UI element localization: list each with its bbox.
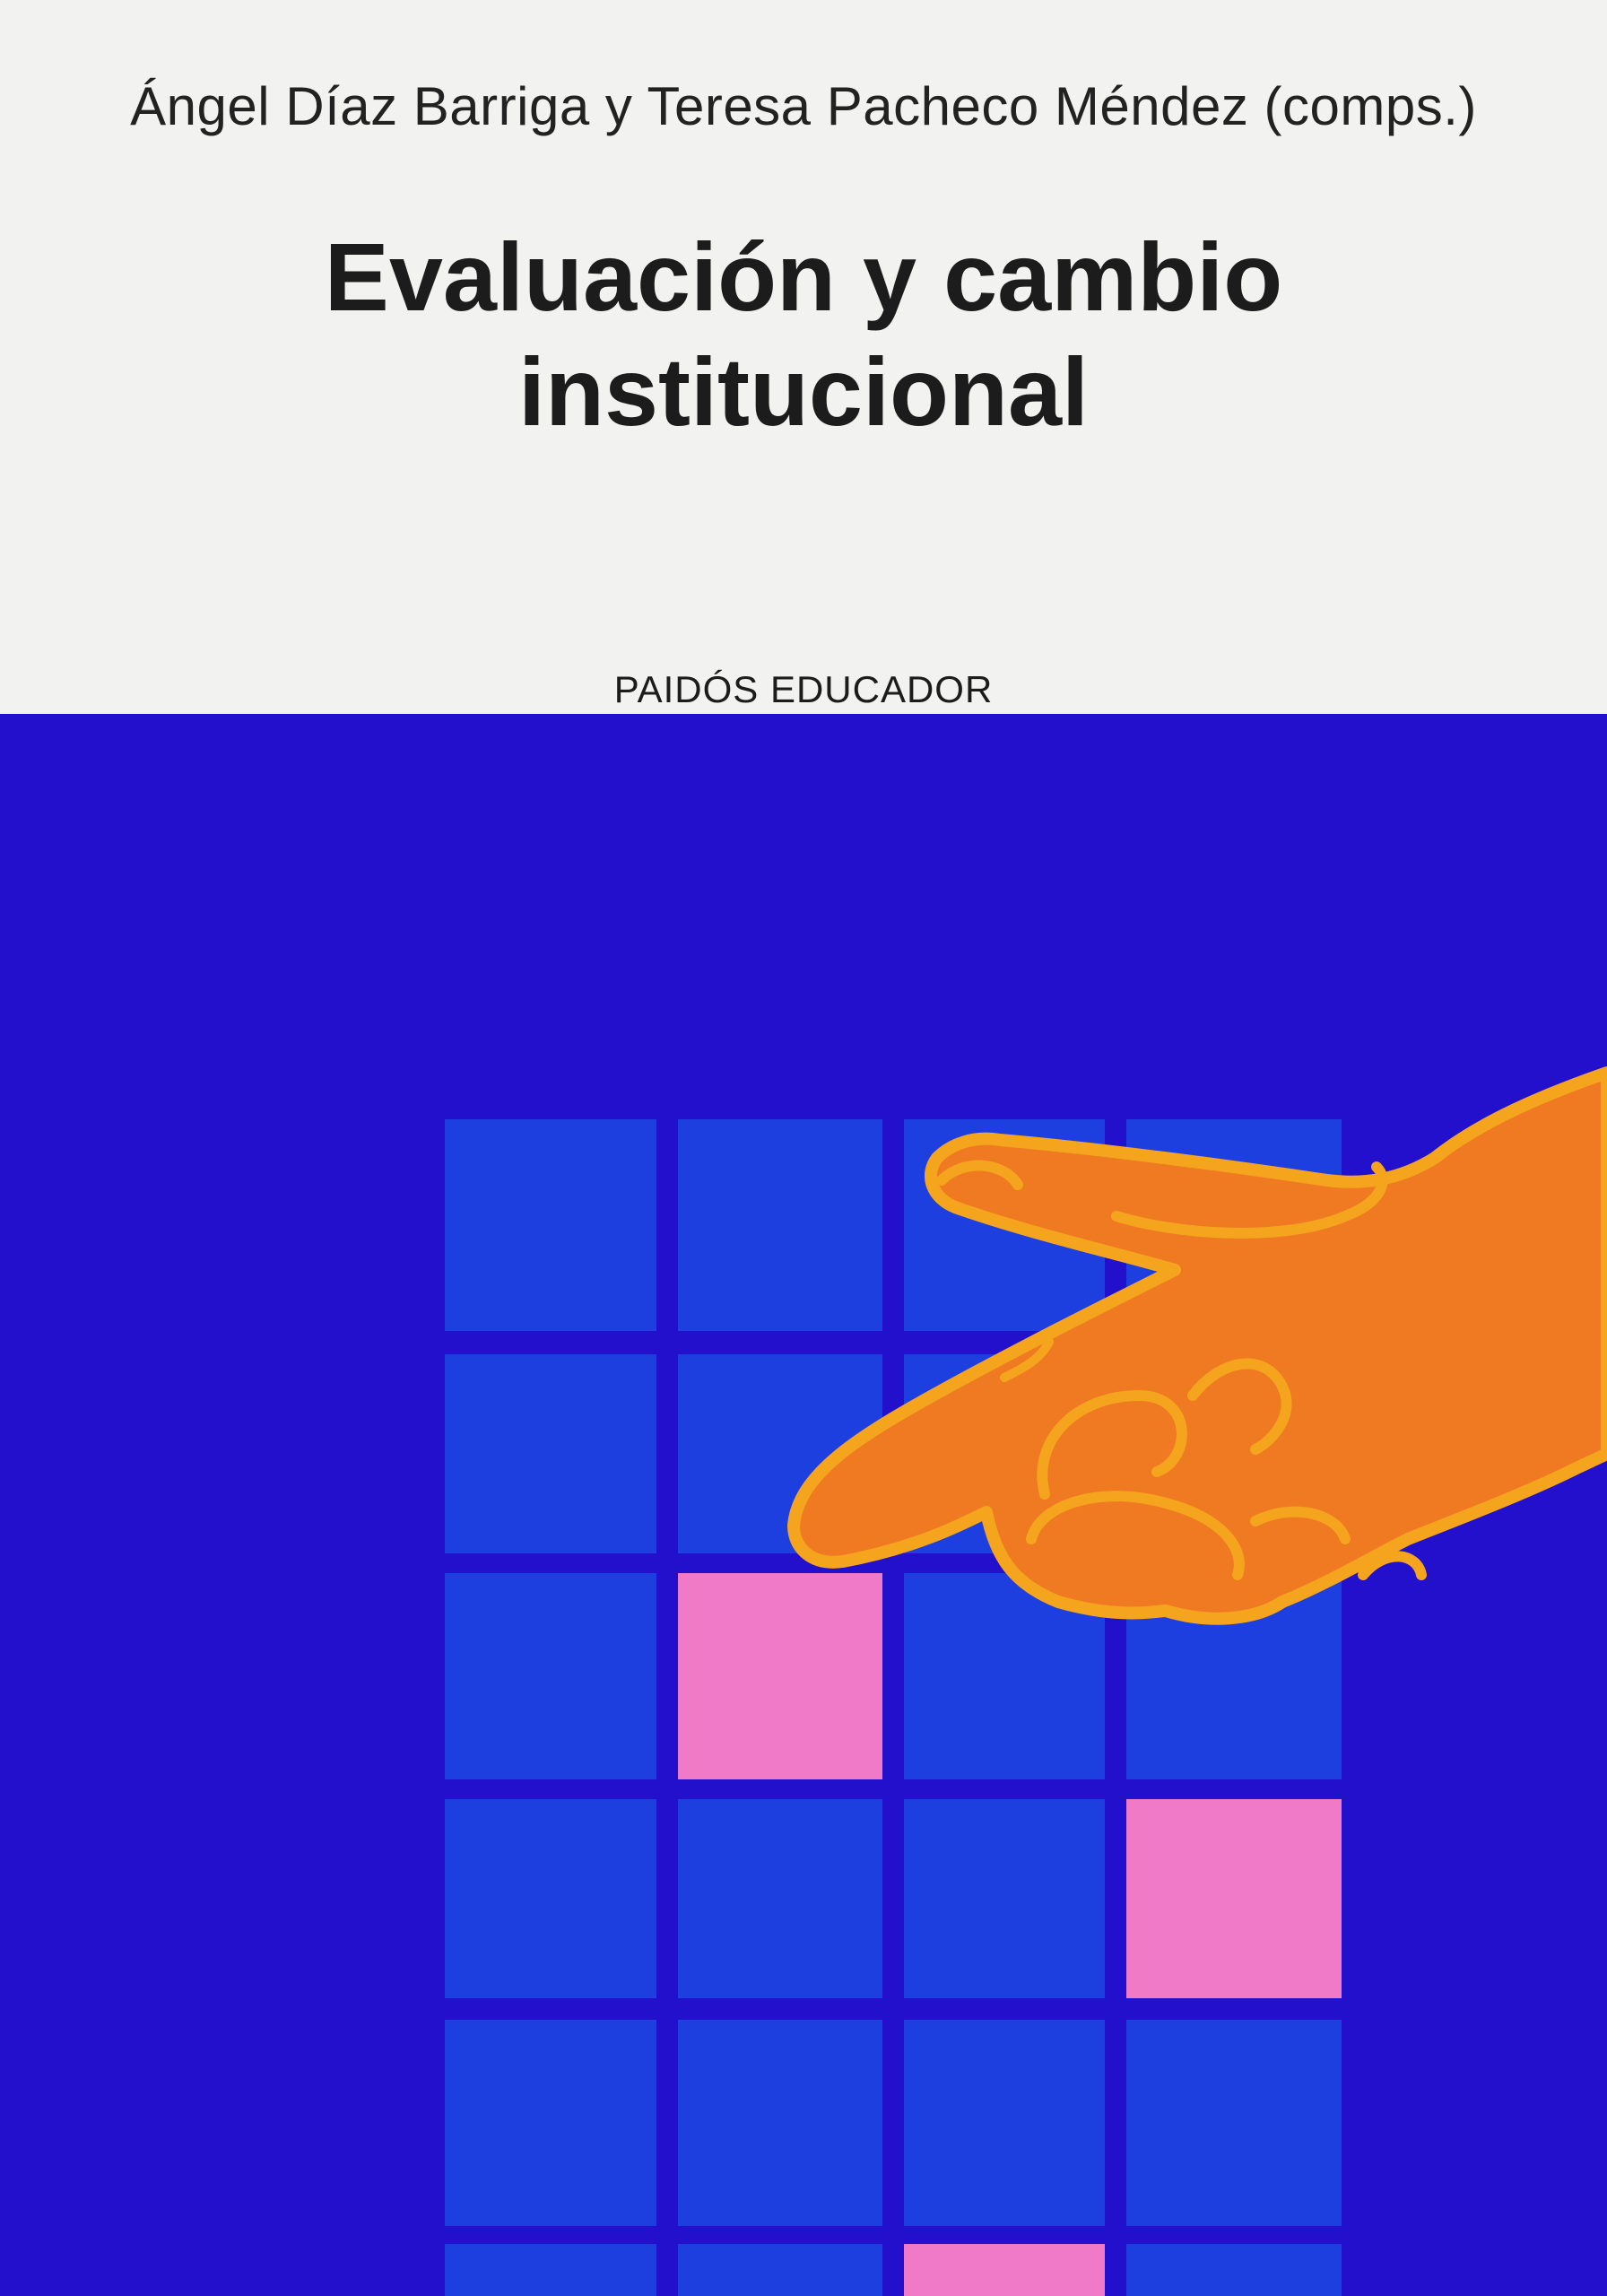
grid-square-blue: [445, 1573, 656, 1779]
grid-square-blue: [904, 1799, 1105, 1998]
grid-square-pink: [904, 2244, 1105, 2296]
book-title-line-1: Evaluación y cambio: [324, 222, 1283, 331]
book-title: Evaluación y cambio institucional: [0, 220, 1607, 449]
grid-square-blue: [1126, 2244, 1342, 2296]
grid-square-blue: [678, 2244, 882, 2296]
grid-square-pink: [1126, 1799, 1342, 1998]
publisher-imprint: PAIDÓS EDUCADOR: [613, 668, 994, 710]
grid-square-blue: [445, 1354, 656, 1553]
grid-square-blue: [445, 1119, 656, 1331]
grid-square-blue: [445, 2244, 656, 2296]
book-cover: Ángel Díaz Barriga y Teresa Pacheco Ménd…: [0, 0, 1607, 2296]
grid-square-blue: [678, 2020, 882, 2226]
authors-line: Ángel Díaz Barriga y Teresa Pacheco Ménd…: [130, 76, 1477, 136]
grid-square-blue: [445, 2020, 656, 2226]
grid-square-pink: [678, 1573, 882, 1779]
grid-square-blue: [1126, 2020, 1342, 2226]
cover-top-panel: Ángel Díaz Barriga y Teresa Pacheco Ménd…: [0, 0, 1607, 714]
grid-square-blue: [678, 1799, 882, 1998]
cover-illustration: [445, 1066, 1607, 2296]
grid-square-blue: [445, 1799, 656, 1998]
grid-square-blue: [678, 1119, 882, 1331]
book-title-line-2: institucional: [517, 337, 1090, 446]
grid-square-blue: [904, 2020, 1105, 2226]
